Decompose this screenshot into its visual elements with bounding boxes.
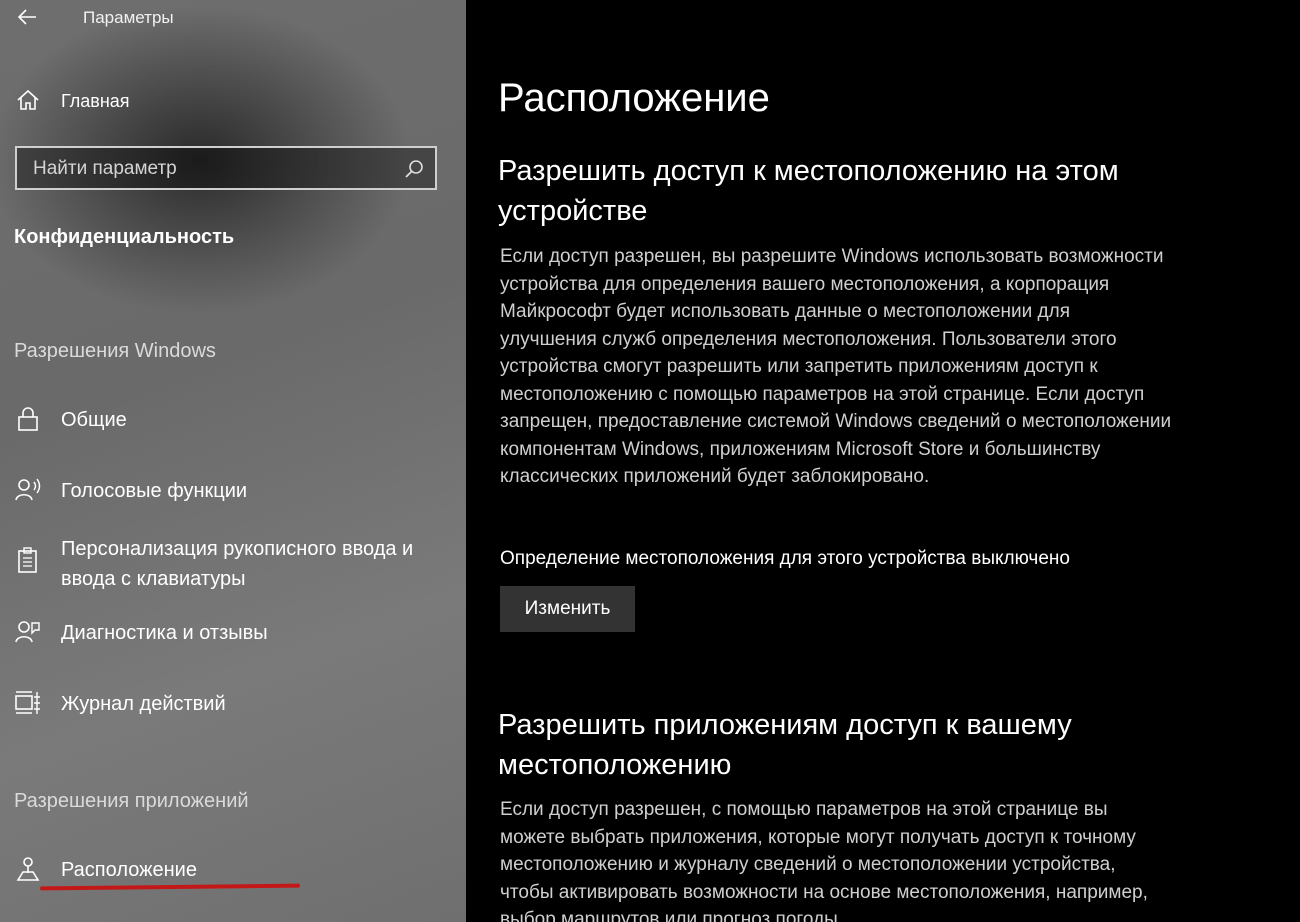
section2-description: Если доступ разрешен, с помощью параметр… [500, 799, 1148, 922]
group-windows-label: Разрешения Windows [14, 340, 216, 362]
sidebar-item-inking-typing[interactable]: Персонализация рукописного ввода и ввода… [14, 534, 413, 594]
sidebar-item-location[interactable]: Расположение [14, 855, 197, 885]
back-arrow-icon[interactable] [14, 4, 40, 30]
location-status-text: Определение местоположения для этого уст… [500, 548, 1070, 569]
section2-heading: Разрешить приложениям доступ к вашему ме… [498, 709, 1072, 781]
section1-heading: Разрешить доступ к местоположению на это… [498, 155, 1119, 227]
home-icon [14, 86, 42, 114]
lock-icon [14, 405, 42, 433]
change-button[interactable]: Изменить [500, 586, 635, 632]
sidebar-item-label: Журнал действий [61, 693, 226, 715]
sidebar-item-label: Персонализация рукописного ввода и ввода… [61, 538, 414, 590]
main-content: Расположение Разрешить доступ к местопол… [466, 0, 1300, 922]
search-icon[interactable] [403, 158, 425, 180]
sidebar-item-label: Расположение [61, 859, 197, 881]
search-input[interactable]: Найти параметр [15, 146, 437, 190]
sidebar: Параметры Главная Найти параметр Конфиде… [0, 0, 466, 922]
sidebar-item-label: Общие [61, 409, 127, 431]
nav-home-label: Главная [61, 91, 130, 111]
sidebar-item-label: Диагностика и отзывы [61, 622, 268, 644]
clipboard-icon [14, 546, 42, 574]
section1-description: Если доступ разрешен, вы разрешите Windo… [500, 246, 1172, 487]
sidebar-item-general[interactable]: Общие [14, 405, 127, 435]
timeline-icon [14, 689, 42, 717]
feedback-icon [14, 618, 42, 646]
speech-icon [14, 476, 42, 504]
location-icon [14, 855, 42, 883]
sidebar-item-diagnostics[interactable]: Диагностика и отзывы [14, 618, 268, 648]
group-apps-label: Разрешения приложений [14, 790, 249, 812]
window-title: Параметры [83, 8, 174, 27]
section-title: Конфиденциальность [14, 226, 235, 248]
page-title: Расположение [498, 76, 770, 120]
sidebar-item-activity-history[interactable]: Журнал действий [14, 689, 226, 719]
sidebar-item-label: Голосовые функции [61, 480, 248, 502]
search-placeholder: Найти параметр [33, 158, 177, 179]
nav-home[interactable]: Главная [14, 86, 130, 116]
sidebar-item-speech[interactable]: Голосовые функции [14, 476, 247, 506]
